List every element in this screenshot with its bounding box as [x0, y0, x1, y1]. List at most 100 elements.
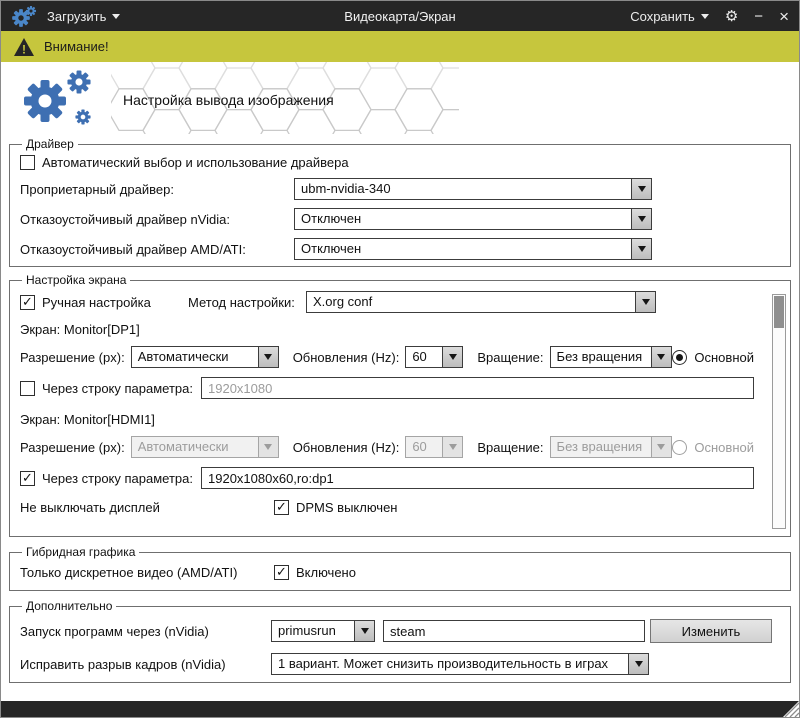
auto-driver-checkbox[interactable] [20, 155, 35, 170]
combo-arrow-button [258, 437, 278, 457]
chevron-down-icon [361, 628, 369, 634]
dpms-left-label: Не выключать дисплей [20, 500, 268, 515]
tearing-fix-row: Исправить разрыв кадров (nVidia) 1 вариа… [20, 653, 780, 675]
proprietary-driver-row: Проприетарный драйвер: ubm-nvidia-340 [20, 178, 780, 200]
save-menu-button[interactable]: Сохранить [630, 9, 709, 24]
chevron-down-icon [635, 661, 643, 667]
monitor1-param-checkbox[interactable] [20, 381, 35, 396]
proprietary-driver-select[interactable]: ubm-nvidia-340 [294, 178, 652, 200]
warning-label: Внимание! [44, 39, 109, 54]
chevron-down-icon [264, 354, 272, 360]
monitor1-controls-row: Разрешение (px): Автоматически Обновлени… [20, 346, 754, 368]
chevron-down-icon [112, 14, 120, 19]
additional-section: Дополнительно Запуск программ через (nVi… [9, 599, 791, 683]
window-title: Видеокарта/Экран [344, 9, 455, 24]
monitor2-rotation-value: Без вращения [551, 437, 651, 457]
monitor1-title: Экран: Monitor[DP1] [20, 322, 780, 337]
minimize-button[interactable]: − [754, 9, 763, 24]
app-logo-gears-icon [11, 3, 37, 29]
combo-arrow-button[interactable] [628, 654, 648, 674]
tearing-fix-value: 1 вариант. Может снизить производительно… [272, 654, 628, 674]
monitor2-resolution-value: Автоматически [132, 437, 258, 457]
monitor2-resolution-select: Автоматически [131, 436, 279, 458]
launch-wrapper-value: primusrun [272, 621, 354, 641]
tearing-fix-label: Исправить разрыв кадров (nVidia) [20, 657, 265, 672]
monitor1-primary-radio[interactable] [672, 350, 687, 365]
manual-setup-row: Ручная настройка Метод настройки: X.org … [20, 291, 754, 313]
monitor1-refresh-label: Обновления (Hz): [293, 350, 400, 365]
load-menu-button[interactable]: Загрузить [47, 9, 120, 24]
launch-programs-row: Запуск программ через (nVidia) primusrun… [20, 619, 780, 643]
chevron-down-icon [449, 354, 457, 360]
warning-banner[interactable]: ! Внимание! [1, 31, 799, 62]
monitor1-param-input[interactable] [201, 377, 754, 399]
monitor2-param-row: Через строку параметра: [20, 467, 754, 489]
hybrid-graphics-legend: Гибридная графика [22, 545, 139, 559]
failsafe-amd-row: Отказоустойчивый драйвер AMD/ATI: Отключ… [20, 238, 780, 260]
failsafe-nvidia-row: Отказоустойчивый драйвер nVidia: Отключе… [20, 208, 780, 230]
combo-arrow-button[interactable] [635, 292, 655, 312]
combo-arrow-button[interactable] [651, 347, 671, 367]
titlebar: Загрузить Видеокарта/Экран Сохранить ⚙ −… [1, 1, 799, 31]
close-button[interactable]: × [779, 8, 789, 25]
additional-legend: Дополнительно [22, 599, 116, 613]
dpms-checkbox[interactable] [274, 500, 289, 515]
combo-arrow-button[interactable] [354, 621, 374, 641]
monitor2-param-label: Через строку параметра: [42, 471, 193, 486]
combo-arrow-button[interactable] [258, 347, 278, 367]
launch-wrapper-select[interactable]: primusrun [271, 620, 375, 642]
scrollbar[interactable] [772, 294, 786, 529]
proprietary-driver-label: Проприетарный драйвер: [20, 182, 288, 197]
method-value: X.org conf [307, 292, 635, 312]
failsafe-nvidia-label: Отказоустойчивый драйвер nVidia: [20, 212, 288, 227]
monitor2-title: Экран: Monitor[HDMI1] [20, 412, 780, 427]
resize-grip-icon[interactable] [783, 701, 799, 717]
monitor2-rotation-select: Без вращения [550, 436, 672, 458]
monitor1-resolution-label: Разрешение (px): [20, 350, 125, 365]
app-window: Загрузить Видеокарта/Экран Сохранить ⚙ −… [0, 0, 800, 718]
failsafe-nvidia-select[interactable]: Отключен [294, 208, 652, 230]
launch-programs-label: Запуск программ через (nVidia) [20, 624, 265, 639]
monitor1-refresh-select[interactable]: 60 [405, 346, 463, 368]
monitor1-rotation-select[interactable]: Без вращения [550, 346, 672, 368]
status-bar [1, 701, 799, 717]
discrete-video-checkbox[interactable] [274, 565, 289, 580]
combo-arrow-button[interactable] [442, 347, 462, 367]
settings-gear-icon[interactable]: ⚙ [725, 9, 738, 24]
combo-arrow-button[interactable] [631, 239, 651, 259]
failsafe-nvidia-value: Отключен [295, 209, 631, 229]
monitor1-resolution-select[interactable]: Автоматически [131, 346, 279, 368]
chevron-down-icon [642, 299, 650, 305]
monitor2-primary-label: Основной [694, 440, 754, 455]
monitor2-param-input[interactable] [201, 467, 754, 489]
combo-arrow-button [651, 437, 671, 457]
monitor2-refresh-label: Обновления (Hz): [293, 440, 400, 455]
discrete-video-label: Только дискретное видео (AMD/ATI) [20, 565, 268, 580]
chevron-down-icon [638, 216, 646, 222]
monitor1-rotation-label: Вращение: [477, 350, 543, 365]
chevron-down-icon [701, 14, 709, 19]
chevron-down-icon [638, 246, 646, 252]
combo-arrow-button[interactable] [631, 179, 651, 199]
chevron-down-icon [657, 444, 665, 450]
tearing-fix-select[interactable]: 1 вариант. Может снизить производительно… [271, 653, 649, 675]
monitor2-primary-radio[interactable] [672, 440, 687, 455]
manual-setup-label: Ручная настройка [42, 295, 151, 310]
monitor1-refresh-value: 60 [406, 347, 442, 367]
save-menu-label: Сохранить [630, 9, 695, 24]
method-select[interactable]: X.org conf [306, 291, 656, 313]
combo-arrow-button[interactable] [631, 209, 651, 229]
manual-setup-checkbox[interactable] [20, 295, 35, 310]
load-menu-label: Загрузить [47, 9, 106, 24]
monitor2-controls-row: Разрешение (px): Автоматически Обновлени… [20, 436, 754, 458]
scrollbar-thumb[interactable] [774, 296, 784, 328]
monitor2-refresh-select: 60 [405, 436, 463, 458]
failsafe-amd-select[interactable]: Отключен [294, 238, 652, 260]
change-button[interactable]: Изменить [650, 619, 772, 643]
monitor2-param-checkbox[interactable] [20, 471, 35, 486]
page-header: Настройка вывода изображения [1, 62, 799, 134]
auto-driver-label: Автоматический выбор и использование дра… [42, 155, 349, 170]
launch-program-input[interactable] [383, 620, 645, 642]
monitor1-param-row: Через строку параметра: [20, 377, 754, 399]
svg-text:!: ! [22, 42, 26, 56]
